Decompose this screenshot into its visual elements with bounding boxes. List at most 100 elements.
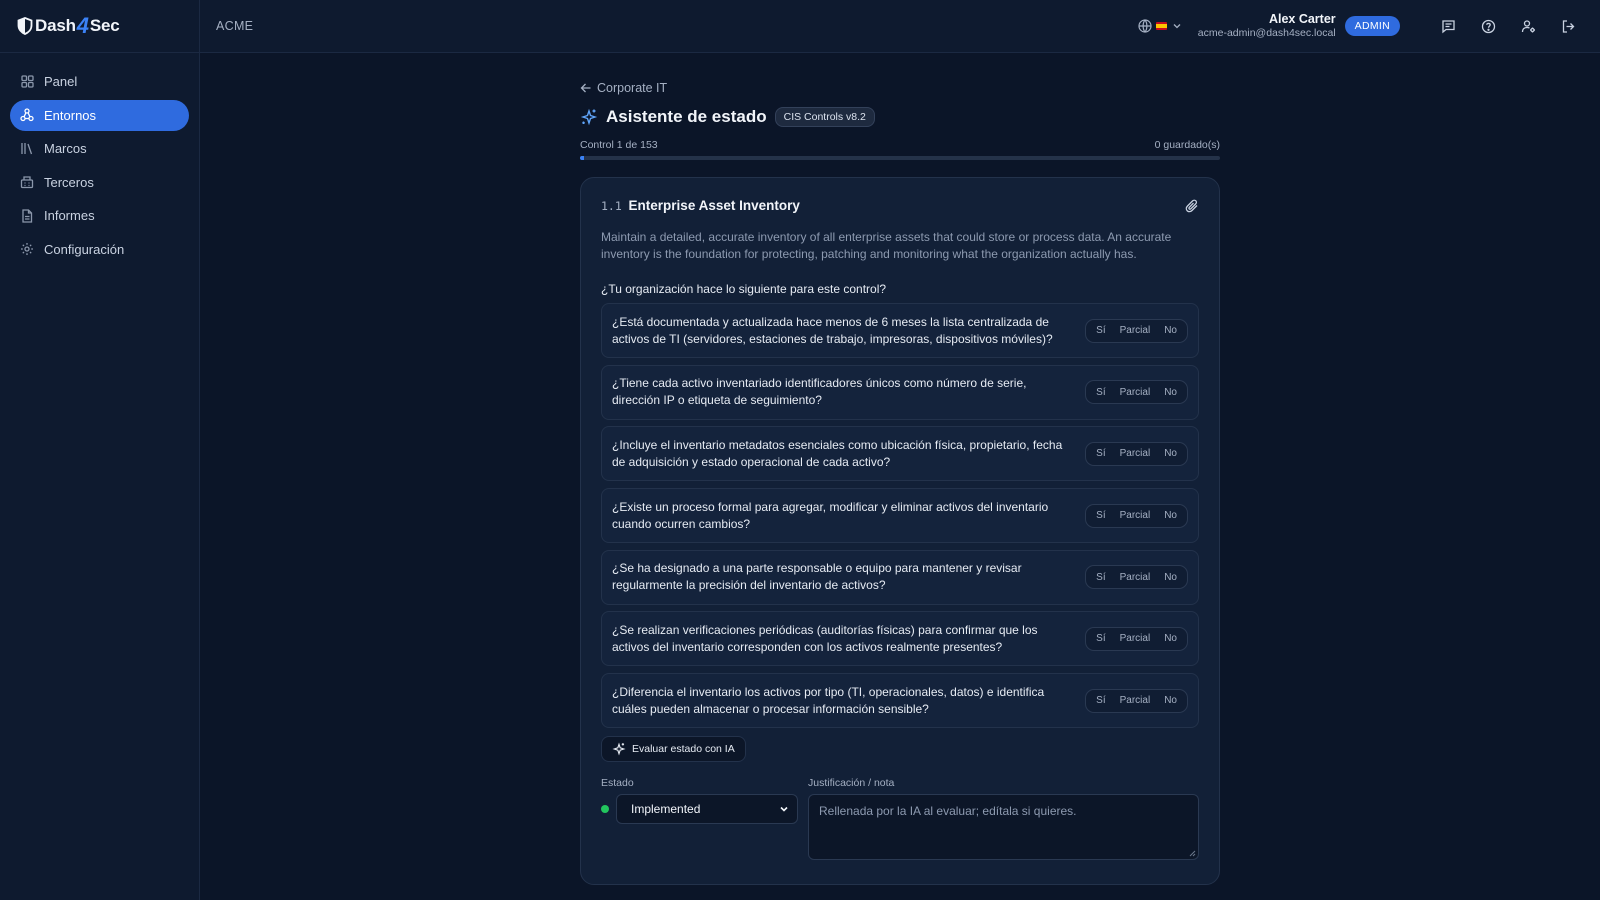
justification-label: Justificación / nota bbox=[808, 776, 895, 789]
globe-icon bbox=[1138, 19, 1152, 33]
sidebar-item-label: Entornos bbox=[44, 107, 97, 123]
sidebar-item-terceros[interactable]: Terceros bbox=[10, 167, 189, 198]
user-settings-icon[interactable] bbox=[1518, 16, 1538, 36]
questions-prompt: ¿Tu organización hace lo siguiente para … bbox=[601, 282, 887, 296]
status-form: Estado Implemented Justificación / nota … bbox=[601, 777, 1199, 860]
progress-labels: Control 1 de 153 0 guardado(s) bbox=[580, 139, 1220, 151]
organization-name: ACME bbox=[216, 19, 254, 33]
answer-partial-button[interactable]: Parcial bbox=[1113, 633, 1158, 644]
sidebar-item-entornos[interactable]: Entornos bbox=[10, 99, 189, 131]
chevron-down-icon bbox=[1172, 21, 1182, 31]
answer-partial-button[interactable]: Parcial bbox=[1113, 448, 1158, 459]
answer-partial-button[interactable]: Parcial bbox=[1113, 387, 1158, 398]
question-row: ¿Tiene cada activo inventariado identifi… bbox=[601, 364, 1199, 420]
question-text: ¿Existe un proceso formal para agregar, … bbox=[612, 499, 1049, 531]
grid-icon bbox=[20, 75, 34, 89]
sidebar-nav: Panel Entornos Marcos Terceros Informes bbox=[0, 53, 199, 265]
saved-count: 0 guardado(s) bbox=[1154, 139, 1220, 151]
language-selector[interactable] bbox=[1138, 19, 1182, 33]
user-name: Alex Carter bbox=[1268, 12, 1336, 26]
back-link[interactable]: Corporate IT bbox=[580, 80, 1220, 96]
ai-evaluate-label: Evaluar estado con IA bbox=[632, 742, 735, 755]
control-title: 1.1 Enterprise Asset Inventory bbox=[601, 198, 800, 213]
sidebar-item-informes[interactable]: Informes bbox=[10, 200, 189, 231]
answer-no-button[interactable]: No bbox=[1157, 695, 1184, 706]
status-select-value: Implemented bbox=[631, 801, 701, 816]
resize-grip-icon[interactable] bbox=[1188, 849, 1196, 857]
question-text: ¿Se realizan verificaciones periódicas (… bbox=[612, 622, 1038, 654]
answer-no-button[interactable]: No bbox=[1157, 448, 1184, 459]
answer-yes-button[interactable]: Sí bbox=[1089, 448, 1112, 459]
logout-icon[interactable] bbox=[1558, 16, 1578, 36]
question-row: ¿Diferencia el inventario los activos po… bbox=[601, 673, 1199, 729]
brand-logo[interactable]: Dash 4 Sec bbox=[0, 0, 199, 53]
answer-segmented-control: Sí Parcial No bbox=[1085, 318, 1188, 343]
question-row: ¿Se ha designado a una parte responsable… bbox=[601, 549, 1199, 605]
status-label: Estado bbox=[601, 776, 634, 789]
sidebar-item-marcos[interactable]: Marcos bbox=[10, 133, 189, 164]
progress-label: Control 1 de 153 bbox=[580, 139, 658, 151]
sidebar-item-label: Panel bbox=[44, 74, 78, 89]
question-text: ¿Tiene cada activo inventariado identifi… bbox=[612, 376, 1027, 408]
question-text: ¿Está documentada y actualizada hace men… bbox=[612, 314, 1053, 346]
answer-no-button[interactable]: No bbox=[1157, 633, 1184, 644]
sidebar-item-label: Marcos bbox=[44, 141, 87, 156]
answer-partial-button[interactable]: Parcial bbox=[1113, 572, 1158, 583]
paperclip-icon[interactable] bbox=[1185, 199, 1199, 213]
framework-badge: CIS Controls v8.2 bbox=[774, 107, 875, 127]
back-link-label: Corporate IT bbox=[597, 81, 668, 95]
answer-partial-button[interactable]: Parcial bbox=[1113, 325, 1158, 336]
progress-bar bbox=[580, 156, 1220, 160]
status-column: Estado Implemented bbox=[601, 777, 798, 860]
arrow-left-icon bbox=[580, 83, 591, 93]
page-title: Asistente de estado bbox=[606, 107, 767, 126]
question-row: ¿Está documentada y actualizada hace men… bbox=[601, 303, 1199, 358]
answer-no-button[interactable]: No bbox=[1157, 325, 1184, 336]
answer-segmented-control: Sí Parcial No bbox=[1085, 626, 1188, 651]
control-code: 1.1 bbox=[601, 199, 622, 213]
question-row: ¿Existe un proceso formal para agregar, … bbox=[601, 488, 1199, 544]
control-name: Enterprise Asset Inventory bbox=[628, 198, 800, 213]
answer-segmented-control: Sí Parcial No bbox=[1085, 503, 1188, 528]
answer-yes-button[interactable]: Sí bbox=[1089, 695, 1112, 706]
page-header: Asistente de estado CIS Controls v8.2 bbox=[580, 106, 1220, 128]
control-card: 1.1 Enterprise Asset Inventory Maintain … bbox=[580, 177, 1220, 885]
sparkle-icon bbox=[580, 108, 598, 126]
brand-name-left: Dash bbox=[35, 16, 76, 35]
answer-segmented-control: Sí Parcial No bbox=[1085, 565, 1188, 590]
question-text: ¿Incluye el inventario metadatos esencia… bbox=[612, 437, 1063, 469]
user-email: acme-admin@dash4sec.local bbox=[1197, 27, 1336, 39]
justification-textarea[interactable]: Rellenada por la IA al evaluar; edítala … bbox=[808, 793, 1199, 860]
sidebar-item-configuracion[interactable]: Configuración bbox=[10, 234, 189, 265]
answer-yes-button[interactable]: Sí bbox=[1089, 633, 1112, 644]
messages-icon[interactable] bbox=[1438, 16, 1458, 36]
user-info: Alex Carter acme-admin@dash4sec.local bbox=[1198, 12, 1336, 40]
answer-yes-button[interactable]: Sí bbox=[1089, 572, 1112, 583]
question-row: ¿Se realizan verificaciones periódicas (… bbox=[601, 611, 1199, 667]
answer-no-button[interactable]: No bbox=[1157, 510, 1184, 521]
network-icon bbox=[20, 108, 34, 122]
main-content: Corporate IT Asistente de estado CIS Con… bbox=[580, 80, 1220, 885]
role-badge: ADMIN bbox=[1344, 16, 1400, 36]
progress-bar-fill bbox=[580, 156, 585, 160]
chevron-down-icon bbox=[780, 806, 788, 812]
help-icon[interactable] bbox=[1478, 16, 1498, 36]
answer-partial-button[interactable]: Parcial bbox=[1113, 510, 1158, 521]
top-bar: ACME Alex Carter acme-admin@dash4sec.loc… bbox=[200, 0, 1600, 53]
status-select[interactable]: Implemented bbox=[616, 793, 798, 824]
status-indicator-dot bbox=[601, 804, 609, 813]
library-icon bbox=[20, 142, 34, 156]
ai-evaluate-button[interactable]: Evaluar estado con IA bbox=[601, 735, 746, 762]
answer-partial-button[interactable]: Parcial bbox=[1113, 695, 1158, 706]
answer-yes-button[interactable]: Sí bbox=[1089, 510, 1112, 521]
answer-no-button[interactable]: No bbox=[1157, 387, 1184, 398]
questions-list: ¿Está documentada y actualizada hace men… bbox=[601, 303, 1199, 729]
answer-no-button[interactable]: No bbox=[1157, 572, 1184, 583]
sidebar-item-panel[interactable]: Panel bbox=[10, 66, 189, 97]
document-icon bbox=[20, 208, 34, 223]
answer-segmented-control: Sí Parcial No bbox=[1085, 441, 1188, 466]
question-text: ¿Diferencia el inventario los activos po… bbox=[612, 684, 1045, 716]
answer-yes-button[interactable]: Sí bbox=[1089, 387, 1112, 398]
answer-yes-button[interactable]: Sí bbox=[1089, 325, 1112, 336]
control-header: 1.1 Enterprise Asset Inventory bbox=[601, 198, 1199, 213]
